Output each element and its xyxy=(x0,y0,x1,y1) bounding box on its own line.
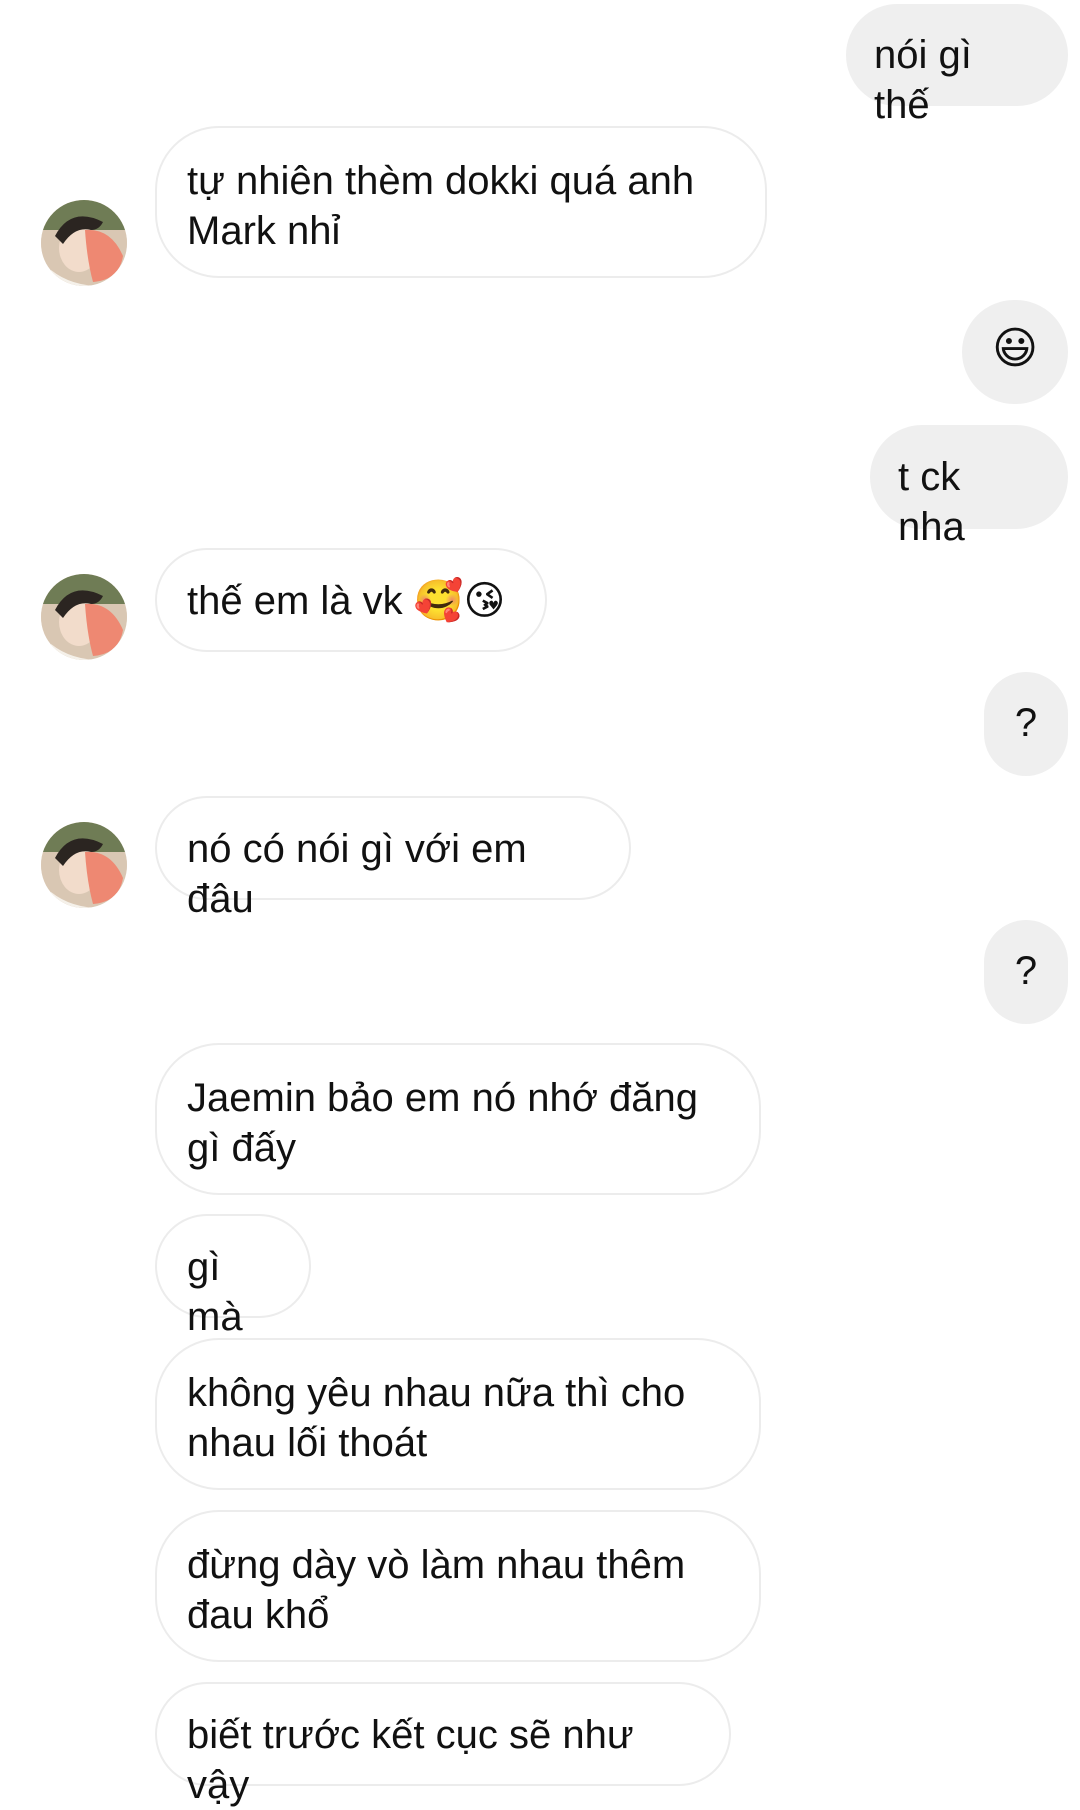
contact-avatar[interactable] xyxy=(41,822,127,908)
message-text: biết trước kết cục sẽ như vậy xyxy=(187,1713,634,1807)
outgoing-message[interactable]: ? xyxy=(984,920,1068,1024)
incoming-message[interactable]: tự nhiên thèm dokki quá anh Mark nhỉ xyxy=(155,126,767,278)
incoming-message[interactable]: gì mà xyxy=(155,1214,311,1339)
message-text: tự nhiên thèm dokki quá anh Mark nhỉ xyxy=(187,159,695,253)
contact-avatar[interactable] xyxy=(41,574,127,660)
incoming-message[interactable]: Jaemin bảo em nó nhớ đăng gì đấy xyxy=(155,1043,761,1195)
avatar-photo xyxy=(41,574,127,660)
message-text: ? xyxy=(1014,701,1038,745)
message-text: Jaemin bảo em nó nhớ đăng gì đấy xyxy=(187,1076,699,1170)
avatar-photo xyxy=(41,822,127,908)
incoming-message[interactable]: nó có nói gì với em đâu xyxy=(155,796,631,921)
message-text: thế em là vk 🥰😘 xyxy=(187,579,506,623)
incoming-message[interactable]: không yêu nhau nữa thì cho nhau lối thoá… xyxy=(155,1338,761,1490)
incoming-message[interactable]: biết trước kết cục sẽ như vậy xyxy=(155,1682,731,1807)
outgoing-message[interactable]: nói gì thế xyxy=(846,4,1068,127)
avatar-photo xyxy=(41,200,127,286)
message-text: nói gì thế xyxy=(874,33,972,127)
outgoing-message[interactable]: ? xyxy=(984,672,1068,776)
message-thread: nói gì thế tự nhiên thèm dokki quá anh M… xyxy=(0,0,1080,1807)
incoming-message[interactable]: thế em là vk 🥰😘 xyxy=(155,548,547,652)
message-text: đừng dày vò làm nhau thêm đau khổ xyxy=(187,1543,686,1637)
message-text: gì mà xyxy=(187,1245,243,1339)
outgoing-message[interactable]: t ck nha xyxy=(870,425,1068,549)
outgoing-message[interactable]: 😃 xyxy=(962,300,1068,404)
incoming-message[interactable]: đừng dày vò làm nhau thêm đau khổ xyxy=(155,1510,761,1662)
message-text: không yêu nhau nữa thì cho nhau lối thoá… xyxy=(187,1371,686,1465)
message-text: ? xyxy=(1014,949,1038,993)
smiley-emoji: 😃 xyxy=(992,323,1038,374)
message-text: t ck nha xyxy=(898,455,965,549)
message-text: nó có nói gì với em đâu xyxy=(187,827,527,921)
contact-avatar[interactable] xyxy=(41,200,127,286)
